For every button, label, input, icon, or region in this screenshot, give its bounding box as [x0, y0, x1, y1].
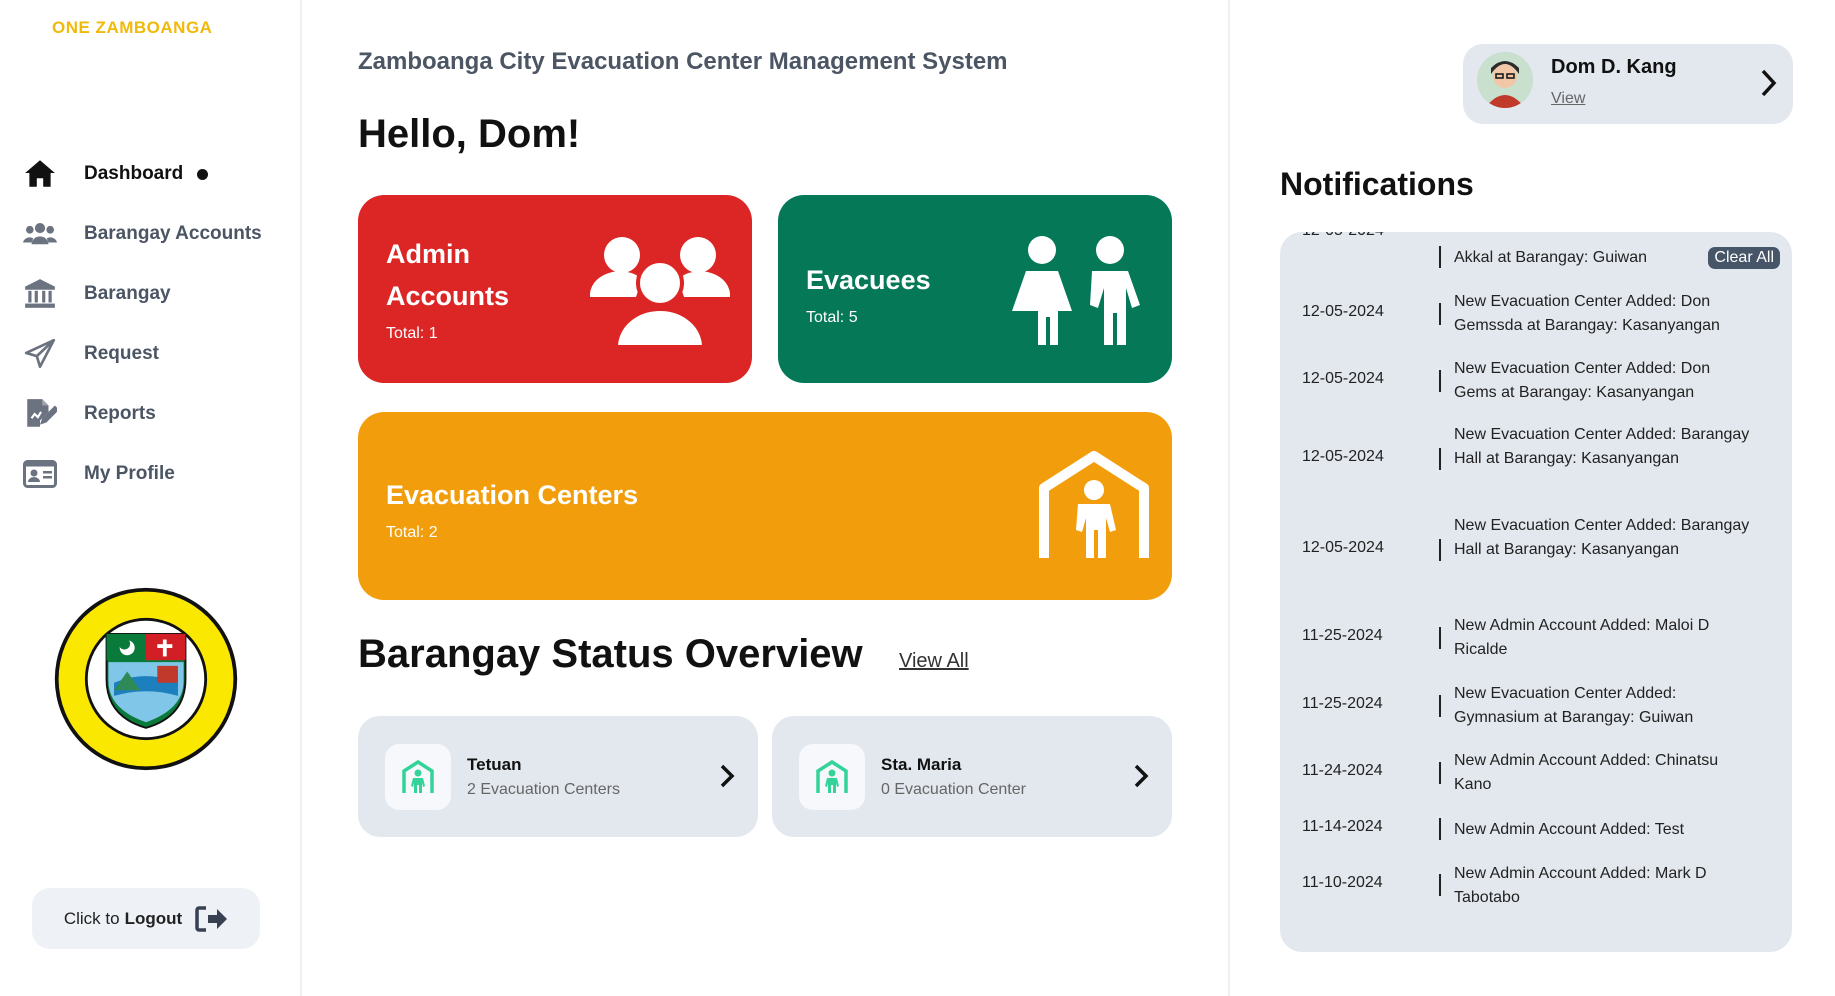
- user-profile-card[interactable]: Dom D. Kang View: [1463, 44, 1793, 124]
- notification-divider: [1439, 874, 1441, 896]
- sidebar-item-request[interactable]: Request: [20, 324, 290, 384]
- notification-divider: [1439, 448, 1441, 470]
- notification-divider: [1439, 627, 1441, 649]
- notification-date: 11-25-2024: [1302, 627, 1383, 644]
- greeting-heading: Hello, Dom!: [358, 112, 581, 156]
- notification-message: New Evacuation Center Added: Barangay Ha…: [1454, 426, 1750, 467]
- view-profile-link[interactable]: View: [1551, 90, 1585, 108]
- notification-date: 12-05-2024: [1302, 370, 1384, 387]
- notification-divider: [1439, 539, 1441, 561]
- main-content: Zamboanga City Evacuation Center Managem…: [302, 0, 1230, 996]
- sidebar-item-my-profile[interactable]: My Profile: [20, 444, 290, 504]
- notification-message: New Admin Account Added: Test: [1454, 821, 1685, 838]
- sidebar-item-label: Barangay: [84, 283, 171, 304]
- admin-accounts-card[interactable]: Admin Accounts Total: 1: [358, 195, 752, 383]
- logout-label: Logout: [124, 908, 183, 928]
- notification-message: New Evacuation Center Added: Don Gemssda…: [1454, 293, 1720, 334]
- evacuation-centers-card[interactable]: Evacuation Centers Total: 2: [358, 412, 1172, 600]
- avatar: [1477, 52, 1533, 108]
- sidebar-item-reports[interactable]: Reports: [20, 384, 290, 444]
- notification-divider: [1439, 246, 1441, 268]
- sidebar-item-label: Reports: [84, 403, 156, 424]
- sidebar-item-dashboard[interactable]: Dashboard: [20, 144, 290, 204]
- chevron-right-icon: [1134, 764, 1149, 788]
- sidebar-item-label: My Profile: [84, 463, 175, 484]
- active-indicator-dot: [197, 168, 209, 180]
- barangay-center-count: 0 Evacuation Center: [881, 780, 1026, 798]
- notification-divider: [1439, 370, 1441, 392]
- sidebar-item-barangay-accounts[interactable]: Barangay Accounts: [20, 204, 290, 264]
- notification-date: 12-05-2024: [1302, 303, 1384, 320]
- card-total: Total: 2: [386, 524, 438, 541]
- chevron-right-icon: [1761, 69, 1777, 97]
- brand-logo[interactable]: ONE ZAMBOANGA: [52, 18, 212, 38]
- notification-divider: [1439, 818, 1441, 840]
- notification-divider: [1439, 762, 1441, 784]
- sidebar: ONE ZAMBOANGA Dashboard Barangay Account…: [0, 0, 302, 996]
- clear-all-button[interactable]: Clear All: [1708, 247, 1780, 269]
- sidebar-item-label: Dashboard: [84, 163, 184, 184]
- sidebar-item-label: Barangay Accounts: [84, 223, 262, 244]
- notification-message: New Evacuation Center Added: Don Gems at…: [1454, 360, 1711, 401]
- shelter-person-icon: [1039, 451, 1149, 558]
- children-icon: [1012, 236, 1140, 345]
- sidebar-item-label: Request: [84, 343, 159, 364]
- logout-prefix: Click to: [63, 908, 120, 928]
- notification-date: 12-05-2024: [1302, 539, 1384, 556]
- system-title: Zamboanga City Evacuation Center Managem…: [358, 48, 1008, 75]
- chevron-right-icon: [720, 764, 735, 788]
- notification-message: New Evacuation Center Added: Barangay Ha…: [1454, 517, 1750, 558]
- users-group-icon: [590, 237, 730, 347]
- shelter-icon: [385, 743, 451, 810]
- sidebar-nav: Dashboard Barangay Accounts Barangay Req…: [20, 144, 290, 504]
- notification-message: New Admin Account Added: Maloi D Ricalde: [1454, 617, 1710, 658]
- notifications-title: Notifications: [1280, 166, 1474, 202]
- notification-date: 11-14-2024: [1302, 818, 1383, 835]
- notifications-panel[interactable]: Clear All 12-05-2024 Akkal at Barangay: …: [1280, 232, 1792, 952]
- view-all-link[interactable]: View All: [899, 650, 969, 673]
- users-icon: [20, 214, 60, 254]
- barangay-overview-title: Barangay Status Overview: [358, 632, 863, 676]
- notification-date: 11-10-2024: [1302, 874, 1383, 891]
- notification-divider: [1439, 695, 1441, 717]
- barangay-center-count: 2 Evacuation Centers: [467, 780, 620, 798]
- id-card-icon: [20, 454, 60, 494]
- logout-icon: [195, 905, 228, 932]
- barangay-name: Tetuan: [467, 754, 522, 774]
- notification-message: New Admin Account Added: Chinatsu Kano: [1454, 752, 1719, 793]
- user-name: Dom D. Kang: [1551, 56, 1677, 78]
- paper-plane-icon: [20, 334, 60, 374]
- right-panel: Dom D. Kang View Notifications Clear All…: [1230, 0, 1835, 996]
- card-title: Admin Accounts: [386, 239, 510, 311]
- report-edit-icon: [20, 394, 60, 434]
- building-icon: [20, 274, 60, 314]
- barangay-card-sta-maria[interactable]: Sta. Maria 0 Evacuation Center: [772, 716, 1172, 837]
- city-seal-logo: [54, 587, 238, 771]
- sidebar-item-barangay[interactable]: Barangay: [20, 264, 290, 324]
- notification-message: New Evacuation Center Added: Gymnasium a…: [1454, 685, 1694, 726]
- shelter-icon: [799, 743, 865, 810]
- barangay-name: Sta. Maria: [881, 754, 962, 774]
- notification-message: New Admin Account Added: Mark D Tabotabo: [1454, 865, 1707, 906]
- notification-date: 12-05-2024: [1302, 448, 1384, 465]
- notification-divider: [1439, 303, 1441, 325]
- notification-date: 11-25-2024: [1302, 695, 1383, 712]
- card-title: Evacuation Centers: [386, 480, 639, 510]
- home-icon: [20, 154, 60, 194]
- barangay-card-tetuan[interactable]: Tetuan 2 Evacuation Centers: [358, 716, 758, 837]
- notification-date: 11-24-2024: [1302, 762, 1383, 779]
- logout-button[interactable]: Click to Logout: [32, 888, 260, 949]
- evacuees-card[interactable]: Evacuees Total: 5: [778, 195, 1172, 383]
- notification-date: 12-05-2024: [1302, 232, 1384, 240]
